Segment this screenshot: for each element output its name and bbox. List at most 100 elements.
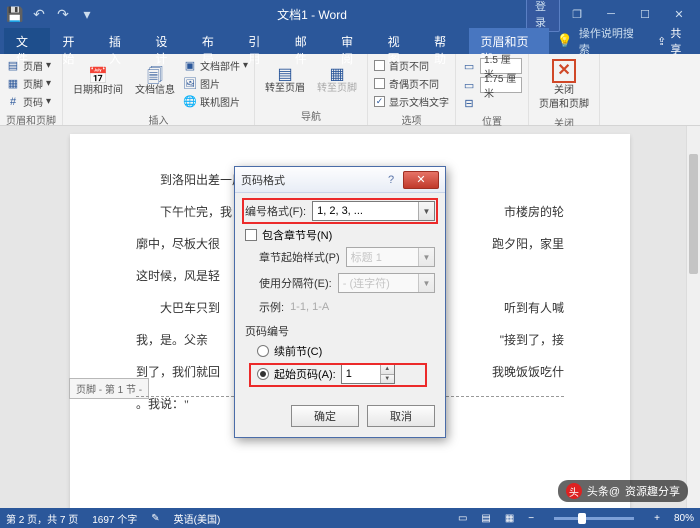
chapter-style-label: 章节起始样式(P) [259,249,340,265]
group-navigation: ▤转至页眉 ▦转至页脚 导航 [255,54,368,125]
group-insert: 📅日期和时间 🗐文档信息 ▣文档部件▾ 🖼图片 🌐联机图片 插入 [63,54,255,125]
close-header-footer-button[interactable]: ✕ 关闭页眉和页脚 [535,57,593,113]
tab-insert[interactable]: 插入 [97,28,143,54]
language-indicator[interactable]: 英语(美国) [174,511,221,526]
number-format-select[interactable]: 1, 2, 3, ...▼ [312,201,435,221]
chapter-style-row: 章节起始样式(P) 标题 1▼ [259,247,435,267]
number-format-label: 编号格式(F): [245,203,306,219]
window-title: 文档1 - Word [98,6,526,23]
tab-file[interactable]: 文件 [4,28,50,54]
online-picture-button[interactable]: 🌐联机图片 [183,93,248,110]
spellcheck-status[interactable]: ✎ [151,513,159,524]
login-button[interactable]: 登录 [526,0,560,28]
pagenum-icon: # [6,95,20,109]
separator-label: 使用分隔符(E): [259,275,332,291]
maximize-button[interactable]: ☐ [628,0,662,28]
close-x-icon: ✕ [552,59,576,83]
tab-home[interactable]: 开始 [50,28,96,54]
close-button[interactable]: ✕ [662,0,696,28]
continue-radio[interactable]: 续前节(C) [257,343,435,359]
datetime-button[interactable]: 📅日期和时间 [69,57,127,110]
footer-from-bottom-field[interactable]: ▭1.75 厘米 [462,76,522,94]
tab-layout[interactable]: 布局 [190,28,236,54]
group-position: ▭1.5 厘米 ▭1.75 厘米 ⊟ 位置 [456,54,529,125]
quick-access-toolbar: 💾 ↶ ↷ ▾ [4,3,98,25]
header-button[interactable]: ▤页眉▾ [6,57,51,74]
tab-review[interactable]: 审阅 [329,28,375,54]
titlebar: 💾 ↶ ↷ ▾ 文档1 - Word 登录 ❐ ─ ☐ ✕ [0,0,700,28]
avatar-icon: 头 [566,483,582,499]
start-at-spinbox[interactable]: 1 ▲▼ [341,364,395,384]
tab-mailings[interactable]: 邮件 [283,28,329,54]
zoom-level[interactable]: 80% [674,513,694,524]
share-button[interactable]: ⇪共享 [647,28,700,54]
word-count[interactable]: 1697 个字 [92,511,137,526]
dist-top-icon: ▭ [462,59,476,73]
goto-header-icon: ▤ [277,69,292,81]
dialog-titlebar[interactable]: 页码格式 ? ✕ [235,167,445,193]
minimize-button[interactable]: ─ [594,0,628,28]
chevron-down-icon: ▼ [418,202,434,220]
view-print-layout[interactable]: ▤ [481,513,490,524]
dialog-close-button[interactable]: ✕ [403,171,439,189]
cancel-button[interactable]: 取消 [367,405,435,427]
parts-icon: ▣ [183,59,197,73]
undo-button[interactable]: ↶ [28,3,50,25]
ribbon-tabs: 文件 开始 插入 设计 布局 引用 邮件 审阅 视图 帮助 页眉和页脚 💡操作说… [0,28,700,54]
tab-view[interactable]: 视图 [376,28,422,54]
spin-down-icon[interactable]: ▼ [381,375,394,384]
ribbon-options-button[interactable]: ❐ [560,0,594,28]
docinfo-button[interactable]: 🗐文档信息 [131,57,179,110]
dist-bottom-icon: ▭ [462,78,476,92]
footer-button[interactable]: ▦页脚▾ [6,75,51,92]
example-row: 示例: 1-1, 1-A [259,299,435,315]
start-at-radio[interactable]: 起始页码(A): 1 ▲▼ [257,364,435,384]
dialog-title: 页码格式 [241,172,382,188]
zoom-slider[interactable] [554,517,634,520]
separator-select: - (连字符)▼ [338,273,435,293]
page-numbering-section-label: 页码编号 [245,323,435,339]
dialog-help-button[interactable]: ? [382,171,400,189]
vertical-scrollbar[interactable] [686,126,700,508]
page-indicator[interactable]: 第 2 页，共 7 页 [6,511,78,526]
redo-button[interactable]: ↷ [52,3,74,25]
calendar-icon: 📅 [88,71,108,83]
tell-me-search[interactable]: 💡操作说明搜索 [549,28,647,54]
share-icon: ⇪ [657,35,666,48]
picture-icon: 🖼 [183,77,197,91]
group-header-footer: ▤页眉▾ ▦页脚▾ #页码▾ 页眉和页脚 [0,54,63,125]
zoom-in-button[interactable]: + [654,513,660,524]
different-first-page-checkbox[interactable]: 首页不同 [374,57,449,74]
goto-header-button[interactable]: ▤转至页眉 [261,57,309,106]
different-odd-even-checkbox[interactable]: 奇偶页不同 [374,75,449,92]
show-document-text-checkbox[interactable]: ✓显示文档文字 [374,93,449,110]
goto-footer-button[interactable]: ▦转至页脚 [313,57,361,106]
quickparts-button[interactable]: ▣文档部件▾ [183,57,248,74]
align-tab-button[interactable]: ⊟ [462,95,522,111]
statusbar: 第 2 页，共 7 页 1697 个字 ✎ 英语(美国) ▭ ▤ ▦ − + 8… [0,508,700,528]
align-icon: ⊟ [462,96,476,110]
view-read-mode[interactable]: ▭ [458,513,467,524]
spin-up-icon[interactable]: ▲ [381,365,394,375]
number-format-row: 编号格式(F): 1, 2, 3, ...▼ [245,201,435,221]
tab-references[interactable]: 引用 [236,28,282,54]
header-icon: ▤ [6,59,20,73]
save-button[interactable]: 💾 [4,3,26,25]
footer-icon: ▦ [6,77,20,91]
ribbon: ▤页眉▾ ▦页脚▾ #页码▾ 页眉和页脚 📅日期和时间 🗐文档信息 ▣文档部件▾… [0,54,700,126]
include-chapter-checkbox[interactable]: 包含章节号(N) [245,227,435,243]
watermark-badge: 头 头条@资源趣分享 [558,480,688,502]
picture-button[interactable]: 🖼图片 [183,75,248,92]
view-web-layout[interactable]: ▦ [505,513,514,524]
page-number-button[interactable]: #页码▾ [6,93,51,110]
docinfo-icon: 🗐 [147,71,163,83]
group-label: 导航 [261,106,361,125]
zoom-out-button[interactable]: − [528,513,534,524]
scrollbar-thumb[interactable] [689,154,698,274]
qat-more-button[interactable]: ▾ [76,3,98,25]
tab-design[interactable]: 设计 [143,28,189,54]
page-number-format-dialog: 页码格式 ? ✕ 编号格式(F): 1, 2, 3, ...▼ 包含章节号(N)… [234,166,446,438]
globe-icon: 🌐 [183,95,197,109]
tab-help[interactable]: 帮助 [422,28,468,54]
ok-button[interactable]: 确定 [291,405,359,427]
